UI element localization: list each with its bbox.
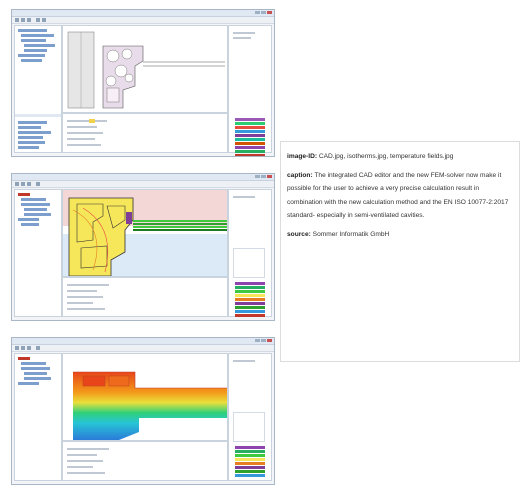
tree-item[interactable] [21,34,54,37]
tree-item[interactable] [21,39,46,42]
tree-item[interactable] [24,377,51,380]
draw-icon[interactable] [42,18,46,22]
minimize-icon[interactable] [255,11,260,14]
open-icon[interactable] [21,346,25,350]
tree-item[interactable] [21,198,46,201]
source-line: source: Sommer Informatik GmbH [287,228,513,242]
toolbar [12,181,274,188]
tree-item[interactable] [21,362,46,365]
color-legend [235,446,265,478]
maximize-icon[interactable] [261,339,266,342]
caption-value: The integrated CAD editor and the new FE… [287,171,509,220]
tree-item[interactable] [21,59,42,62]
open-icon[interactable] [21,18,25,22]
image-id-label: image-ID: [287,153,318,160]
image-id-value: CAD.jpg, isotherms.jpg, temperature fiel… [318,153,454,160]
isotherm-drawing [63,190,227,276]
temperature-field-drawing [73,371,227,440]
tree-item[interactable] [18,382,39,385]
tree-item[interactable] [24,49,47,52]
new-icon[interactable] [15,18,19,22]
tree-item[interactable] [21,223,40,226]
new-icon[interactable] [15,346,19,350]
properties-panel [62,113,228,153]
cad-canvas[interactable] [62,25,228,113]
zoom-icon[interactable] [36,18,40,22]
tree-item[interactable] [18,131,51,134]
isotherm-canvas[interactable] [62,189,228,277]
tree-item[interactable] [18,218,39,221]
tree-item[interactable] [24,213,51,216]
window-titlebar [12,10,274,17]
tree-item[interactable] [18,193,31,196]
temperature-canvas[interactable] [62,353,228,441]
tree-item[interactable] [18,136,43,139]
zoom-icon[interactable] [36,182,40,186]
materials-panel [228,353,272,481]
color-legend [235,282,265,318]
isotherms-screenshot [11,173,275,321]
tree-item[interactable] [18,29,47,32]
save-icon[interactable] [27,346,31,350]
close-icon[interactable] [267,175,272,178]
close-icon[interactable] [267,11,272,14]
maximize-icon[interactable] [261,11,266,14]
save-icon[interactable] [27,182,31,186]
source-value: Sommer Informatik GmbH [312,230,390,238]
temperature-fields-screenshot [11,337,275,485]
color-legend [235,118,265,156]
tree-item[interactable] [18,146,39,149]
tree-item[interactable] [18,126,41,129]
source-label: source: [287,230,311,238]
project-tree-panel [14,25,62,153]
project-tree-panel [14,353,62,481]
minimize-icon[interactable] [255,175,260,178]
close-icon[interactable] [267,339,272,342]
materials-panel [228,189,272,317]
tree-item[interactable] [24,372,47,375]
results-panel [62,277,228,317]
toolbar [12,17,274,24]
window-titlebar [12,174,274,181]
tree-item[interactable] [18,54,45,57]
tree-item[interactable] [21,203,50,206]
minimize-icon[interactable] [255,339,260,342]
tree-item[interactable] [24,208,47,211]
tree-item[interactable] [18,357,31,360]
tree-item[interactable] [24,44,55,47]
window-section-drawing [67,31,225,109]
image-id-line: image-ID: CAD.jpg, isotherms.jpg, temper… [287,150,513,164]
save-icon[interactable] [27,18,31,22]
cad-editor-screenshot [11,9,275,157]
results-panel [62,441,228,481]
caption-label: caption: [287,171,313,179]
new-icon[interactable] [15,182,19,186]
toolbar [12,345,274,352]
materials-panel [228,25,272,156]
window-titlebar [12,338,274,345]
faded-text-area [280,8,520,136]
image-caption-box: image-ID: CAD.jpg, isotherms.jpg, temper… [280,141,520,362]
tree-item[interactable] [18,121,47,124]
tree-item[interactable] [18,141,45,144]
maximize-icon[interactable] [261,175,266,178]
caption-line: caption: The integrated CAD editor and t… [287,169,513,223]
project-tree-panel [14,189,62,317]
open-icon[interactable] [21,182,25,186]
zoom-icon[interactable] [36,346,40,350]
tree-item[interactable] [21,367,50,370]
